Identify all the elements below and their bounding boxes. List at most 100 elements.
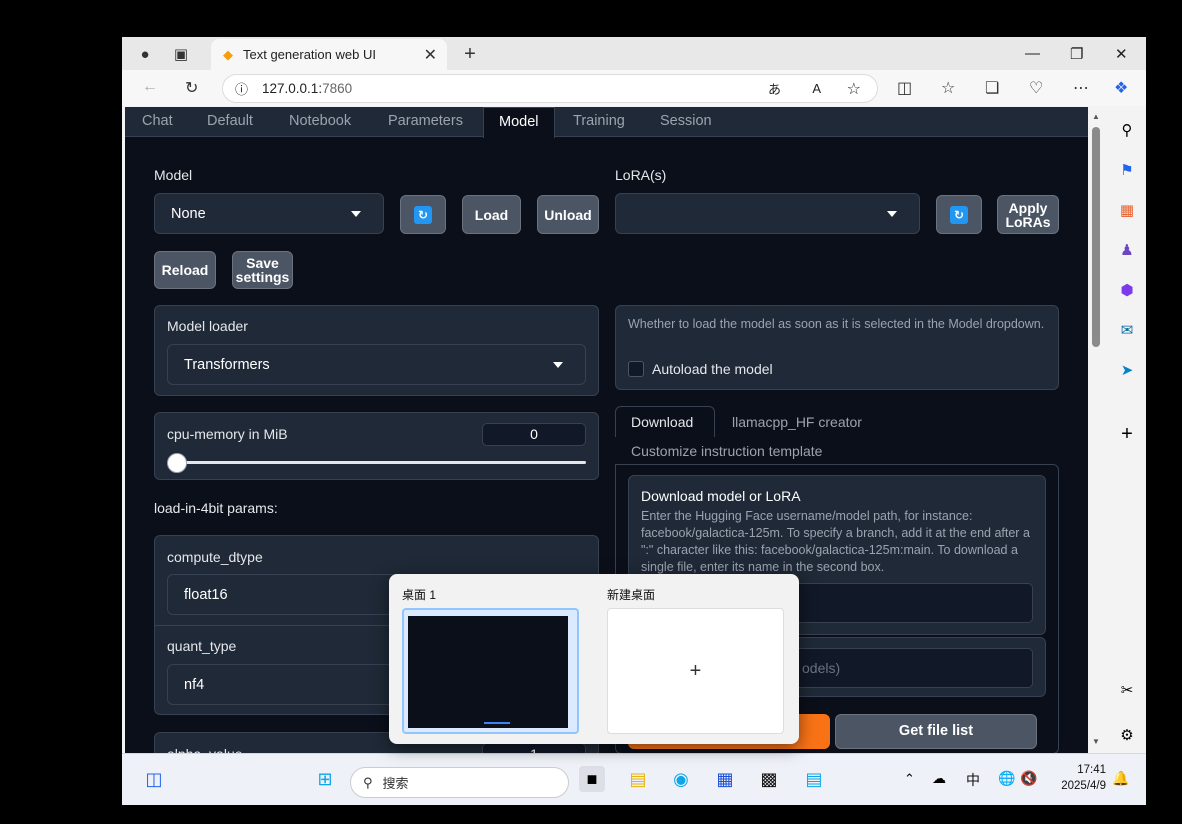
cloud-icon[interactable]: ☁ — [932, 770, 946, 787]
settings-icon[interactable]: ⚙ — [1116, 724, 1138, 746]
shopping-icon[interactable]: ⚑ — [1116, 159, 1138, 181]
cpu-memory-label: cpu-memory in MiB — [167, 426, 288, 442]
virtual-desktops-flyout: 桌面 1 新建桌面 + — [389, 574, 799, 744]
more-icon[interactable]: ⋯ — [1073, 78, 1089, 98]
cpu-memory-slider-thumb[interactable] — [167, 453, 187, 473]
model-dropdown[interactable]: None — [154, 193, 384, 234]
model-loader-panel: Model loader Transformers — [154, 305, 599, 396]
desktop-1-label: 桌面 1 — [402, 588, 437, 602]
alpha-value-label: alpha_value — [167, 746, 243, 753]
autoload-checkbox[interactable] — [628, 361, 644, 377]
model-loader-selected: Transformers — [184, 356, 270, 373]
tab-default[interactable]: Default — [207, 113, 253, 129]
split-screen-icon[interactable]: ◫ — [897, 78, 912, 98]
scrollbar-thumb[interactable] — [1092, 127, 1100, 347]
tab-parameters[interactable]: Parameters — [388, 113, 463, 129]
outlook-icon[interactable]: ✉ — [1116, 319, 1138, 341]
minimize-icon[interactable]: — — [1025, 45, 1040, 62]
subtab-llamacpp[interactable]: llamacpp_HF creator — [732, 414, 862, 430]
notepad-icon[interactable]: ▤ — [801, 766, 827, 792]
model-loader-label: Model loader — [167, 318, 248, 334]
favorite-icon[interactable]: ☆ — [847, 79, 861, 99]
tab-chat[interactable]: Chat — [142, 113, 173, 129]
store-icon[interactable]: ▦ — [712, 766, 738, 792]
tools-icon[interactable]: ▦ — [1116, 199, 1138, 221]
site-info-icon[interactable]: ⓘ — [235, 79, 248, 98]
clock[interactable]: 17:41 2025/4/9 — [1046, 762, 1106, 794]
copilot-icon[interactable]: ❖ — [1114, 78, 1128, 98]
quant-type-label: quant_type — [167, 638, 237, 654]
lora-dropdown[interactable] — [615, 193, 920, 234]
apply-loras-button[interactable]: Apply LoRAs — [997, 195, 1059, 234]
tab-notebook[interactable]: Notebook — [289, 113, 351, 129]
refresh-icon: ↻ — [950, 205, 968, 224]
new-desktop-button[interactable]: + — [607, 608, 784, 734]
search-icon: ⚲ — [363, 774, 373, 790]
subtab-instruction-template[interactable]: Customize instruction template — [631, 443, 822, 459]
games-icon[interactable]: ♟ — [1116, 239, 1138, 261]
cpu-memory-panel: cpu-memory in MiB 0 — [154, 412, 599, 480]
cpu-memory-input[interactable]: 0 — [482, 423, 586, 446]
tab-session[interactable]: Session — [660, 113, 712, 129]
edge-icon[interactable]: ◉ — [668, 766, 694, 792]
unload-button[interactable]: Unload — [537, 195, 599, 234]
browser-tab[interactable]: ◆ Text generation web UI ✕ — [211, 39, 447, 70]
alpha-value-input[interactable]: 1 — [482, 743, 586, 753]
browser-essentials-icon[interactable]: ♡ — [1029, 78, 1043, 98]
maximize-icon[interactable]: ❐ — [1070, 45, 1083, 63]
refresh-loras-button[interactable]: ↻ — [936, 195, 982, 234]
tab-model[interactable]: Model — [483, 107, 555, 138]
task-view-icon[interactable]: ■ — [579, 766, 605, 792]
ime-indicator[interactable]: 中 — [966, 770, 980, 790]
favorites-icon[interactable]: ☆ — [941, 78, 955, 98]
compute-dtype-selected: float16 — [184, 586, 228, 603]
screenshot-icon[interactable]: ✂ — [1116, 679, 1138, 701]
back-icon[interactable]: ← — [142, 78, 158, 96]
start-icon[interactable]: ⊞ — [312, 766, 338, 792]
taskbar-search[interactable]: ⚲ 搜索 — [350, 767, 569, 798]
notification-icon[interactable]: 🔔 — [1112, 770, 1129, 787]
save-settings-label: Save settings — [235, 255, 290, 285]
taskbar: ◫ ⊞ ⚲ 搜索 ■ ▤ ◉ ▦ ▩ ▤ ⌃ ☁ 中 🌐 🔇 17:41 2025… — [122, 753, 1146, 805]
widgets-icon[interactable]: ◫ — [141, 766, 167, 792]
tab-training[interactable]: Training — [573, 113, 625, 129]
subtab-download[interactable]: Download — [615, 406, 715, 437]
refresh-icon[interactable]: ↻ — [185, 78, 198, 98]
subtab-download-label: Download — [631, 414, 694, 430]
edge-sidebar: ⚲ ⚑ ▦ ♟ ⬢ ✉ ➤ + ✂ ⚙ — [1106, 107, 1146, 757]
desktop-1-thumbnail[interactable] — [402, 608, 579, 734]
send-icon[interactable]: ➤ — [1116, 359, 1138, 381]
file-explorer-icon[interactable]: ▤ — [625, 766, 651, 792]
add-sidebar-icon[interactable]: + — [1116, 423, 1138, 445]
new-desktop-label: 新建桌面 — [607, 588, 656, 602]
load-button[interactable]: Load — [462, 195, 521, 234]
scroll-up-icon[interactable]: ▲ — [1092, 112, 1100, 121]
scroll-down-icon[interactable]: ▼ — [1092, 737, 1100, 746]
refresh-models-button[interactable]: ↻ — [400, 195, 446, 234]
reload-button[interactable]: Reload — [154, 251, 216, 289]
page-scrollbar[interactable]: ▲ ▼ — [1088, 107, 1104, 753]
tray-chevron-icon[interactable]: ⌃ — [904, 771, 915, 787]
translate-icon[interactable]: あ — [768, 79, 781, 98]
autoload-panel: Whether to load the model as soon as it … — [615, 305, 1059, 390]
collections-icon[interactable]: ❏ — [985, 78, 999, 98]
search-icon[interactable]: ⚲ — [1116, 119, 1138, 141]
terminal-icon[interactable]: ▩ — [756, 766, 782, 792]
read-aloud-icon[interactable]: A — [812, 81, 821, 96]
get-file-list-button[interactable]: Get file list — [835, 714, 1037, 749]
chevron-down-icon — [887, 210, 897, 217]
profile-icon[interactable]: ● — [134, 43, 156, 65]
save-settings-button[interactable]: Save settings — [232, 251, 293, 289]
close-window-icon[interactable]: ✕ — [1115, 45, 1128, 63]
tab-actions-icon[interactable]: ▣ — [170, 43, 192, 65]
cpu-memory-slider-track[interactable] — [169, 461, 586, 464]
volume-icon[interactable]: 🔇 — [1020, 770, 1037, 787]
m365-icon[interactable]: ⬢ — [1116, 279, 1138, 301]
new-tab-icon[interactable]: + — [459, 43, 481, 65]
model-loader-dropdown[interactable]: Transformers — [167, 344, 586, 385]
chevron-down-icon — [351, 210, 361, 217]
compute-dtype-label: compute_dtype — [167, 549, 263, 565]
close-tab-icon[interactable]: ✕ — [424, 45, 437, 65]
network-icon[interactable]: 🌐 — [998, 770, 1015, 787]
address-bar[interactable]: ⓘ 127.0.0.1: 7860 あ A ☆ — [222, 74, 878, 103]
